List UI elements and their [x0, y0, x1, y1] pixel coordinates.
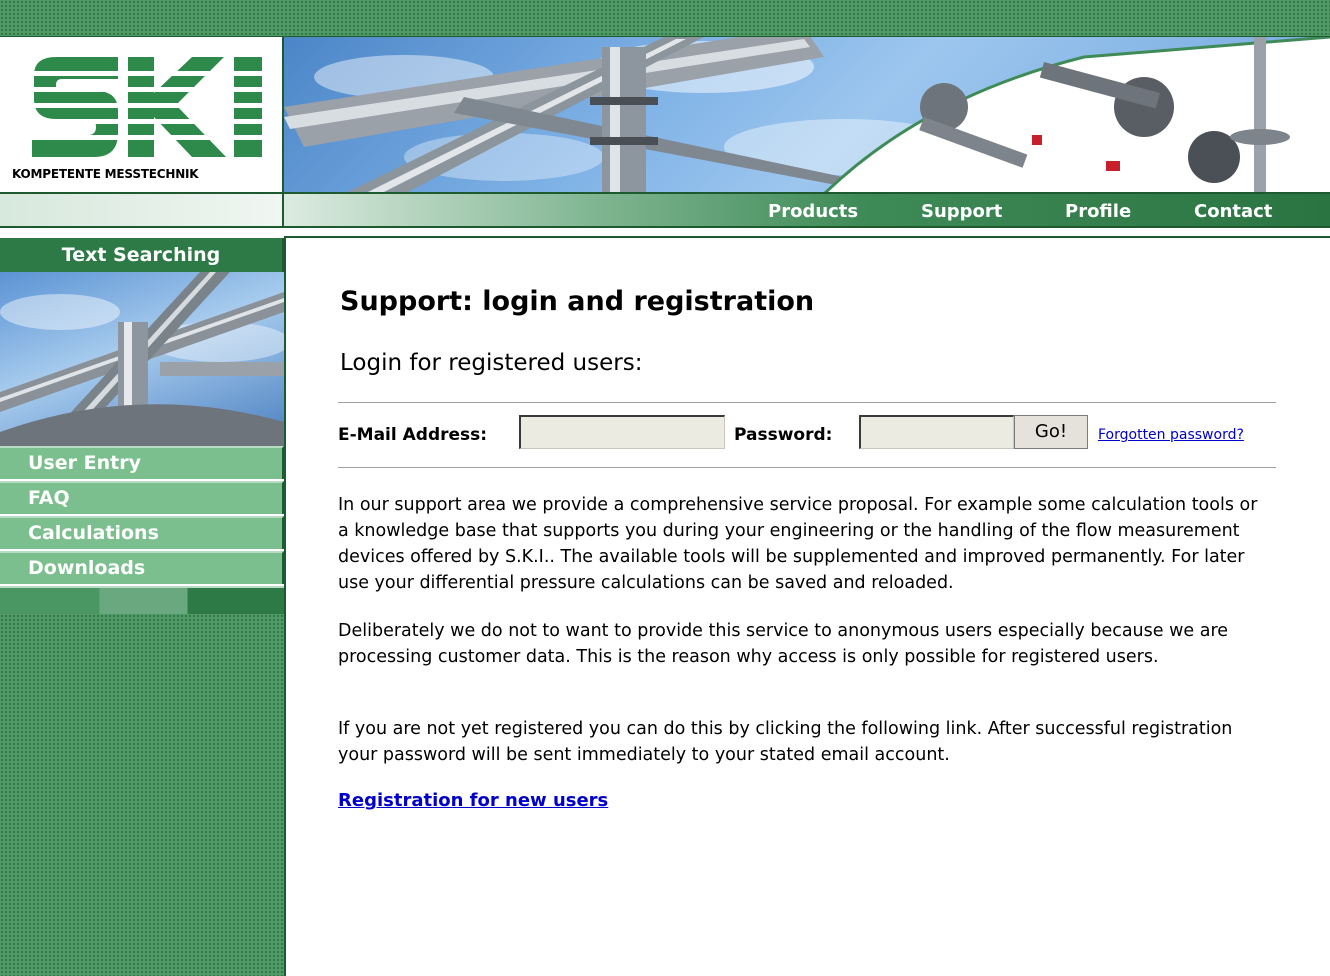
email-field[interactable]	[519, 415, 725, 449]
sidebar-title[interactable]: Text Searching	[0, 238, 284, 272]
page-title: Support: login and registration	[340, 286, 815, 317]
logo[interactable]: KOMPETENTE MESSTECHNIK	[0, 37, 284, 194]
sidebar-decorative-bar	[0, 586, 284, 614]
registration-paragraph: If you are not yet registered you can do…	[338, 719, 1233, 765]
sidebar-item-user-entry[interactable]: User Entry	[0, 446, 284, 479]
sidebar-item-downloads[interactable]: Downloads	[0, 551, 284, 584]
logo-tagline: KOMPETENTE MESSTECHNIK	[12, 167, 199, 181]
top-decorative-strip	[0, 0, 1330, 37]
login-form: E-Mail Address: Password: Go! Forgotten …	[338, 402, 1276, 468]
email-label: E-Mail Address:	[338, 425, 488, 445]
sidebar-pattern	[0, 614, 284, 976]
nav-profile[interactable]: Profile	[1065, 201, 1131, 222]
ski-logo-mark	[26, 53, 266, 165]
privacy-paragraph: Deliberately we do not to want to provid…	[338, 621, 1229, 667]
nav-divider	[284, 228, 1330, 238]
registration-link[interactable]: Registration for new users	[338, 790, 608, 811]
header-banner-image	[284, 37, 1330, 194]
main-nav: Products Support Profile Contact	[284, 194, 1330, 228]
sidebar-item-calculations[interactable]: Calculations	[0, 516, 284, 549]
nav-products[interactable]: Products	[768, 201, 858, 222]
sidebar-border	[284, 238, 286, 976]
sidebar-item-faq[interactable]: FAQ	[0, 481, 284, 514]
nav-left-spacer	[0, 194, 284, 228]
go-button[interactable]: Go!	[1014, 415, 1088, 449]
forgotten-password-link[interactable]: Forgotten password?	[1098, 427, 1244, 443]
sidebar-photo	[0, 272, 284, 446]
nav-contact[interactable]: Contact	[1194, 201, 1272, 222]
sidebar: Text Searching User Entry FAQ Calculatio…	[0, 238, 286, 976]
login-heading: Login for registered users:	[340, 350, 643, 376]
password-field[interactable]	[859, 415, 1014, 449]
nav-support[interactable]: Support	[921, 201, 1002, 222]
intro-paragraph: In our support area we provide a compreh…	[338, 495, 1258, 593]
password-label: Password:	[734, 425, 833, 445]
